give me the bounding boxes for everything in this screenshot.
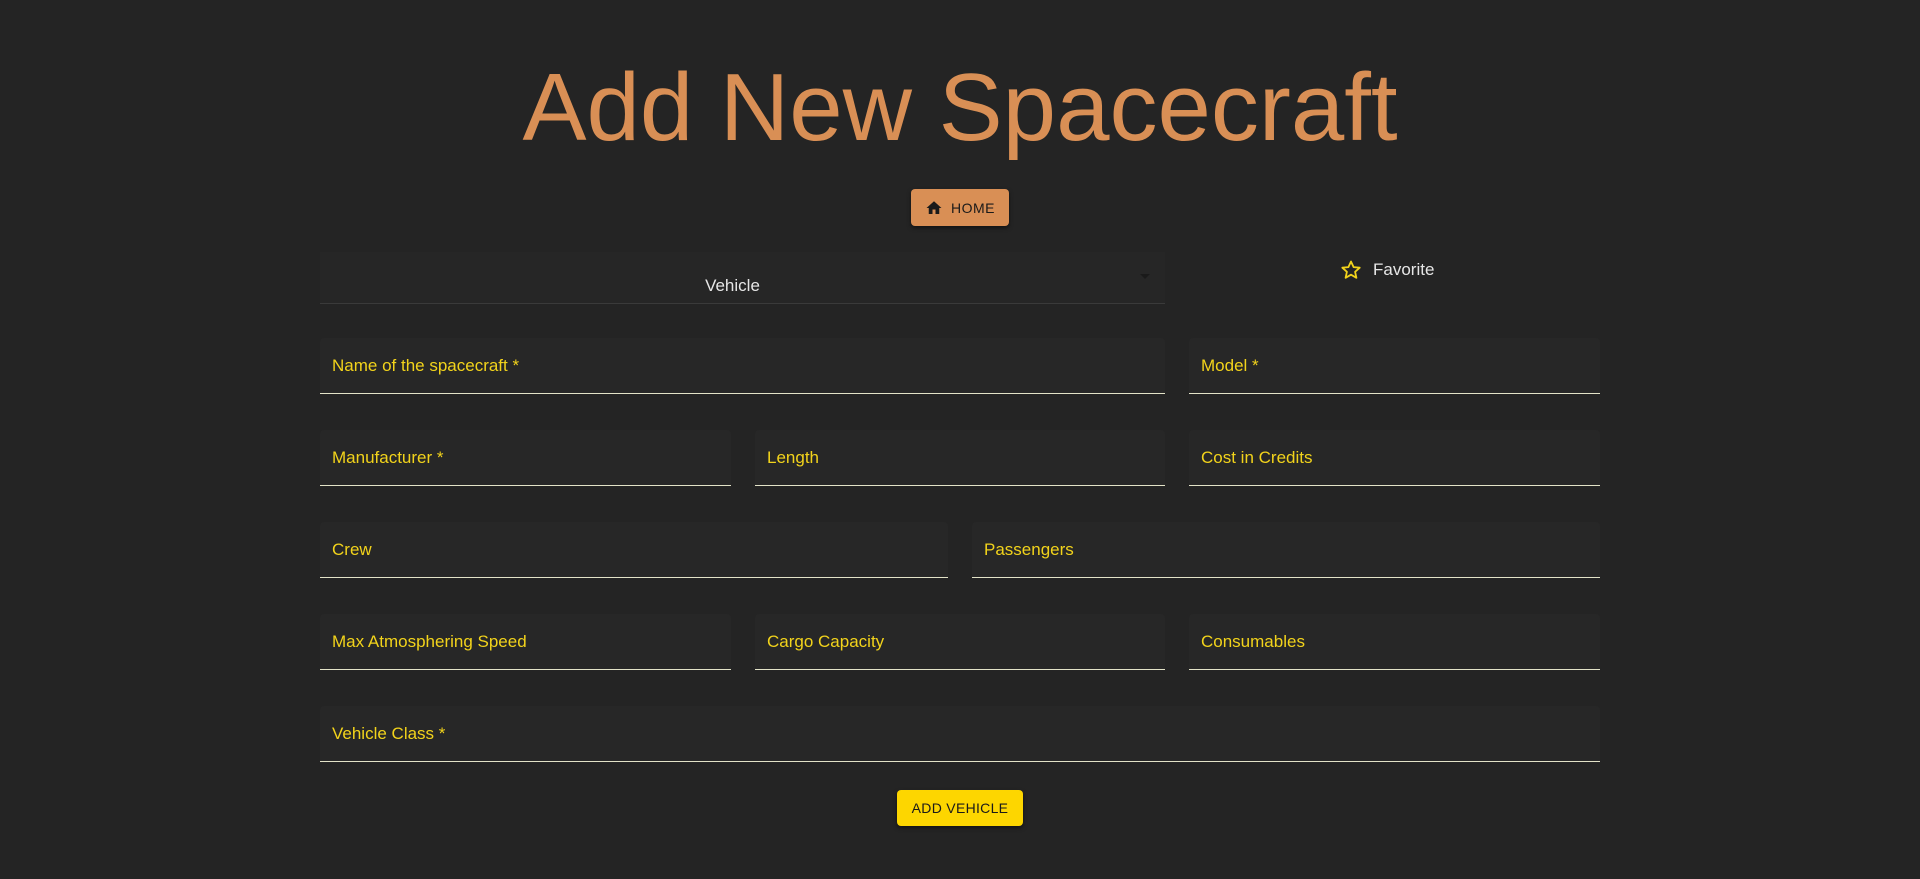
consumables-field[interactable]: Consumables [1189,614,1600,670]
vehicle-class-input[interactable] [320,706,1600,761]
crew-field[interactable]: Crew [320,522,948,578]
dropdown-arrow-icon [1140,274,1150,279]
vehicle-class-field[interactable]: Vehicle Class * [320,706,1600,762]
passengers-field[interactable]: Passengers [972,522,1600,578]
favorite-label: Favorite [1373,260,1435,279]
home-button-label: HOME [951,199,995,216]
model-field[interactable]: Model * [1189,338,1600,394]
passengers-input[interactable] [972,522,1600,577]
crew-input[interactable] [320,522,948,577]
name-input[interactable] [320,338,1165,393]
star-outline-icon [1341,260,1361,279]
page: Add New Spacecraft HOME Vehicle Favorite… [0,0,1920,879]
manufacturer-input[interactable] [320,430,731,485]
vehicle-type-value: Vehicle [705,276,760,295]
add-vehicle-button[interactable]: ADD VEHICLE [897,790,1023,826]
favorite-toggle[interactable]: Favorite [1339,258,1434,282]
length-field[interactable]: Length [755,430,1165,486]
max-speed-field[interactable]: Max Atmosphering Speed [320,614,731,670]
page-title: Add New Spacecraft [522,54,1398,161]
cost-input[interactable] [1189,430,1600,485]
cost-field[interactable]: Cost in Credits [1189,430,1600,486]
consumables-input[interactable] [1189,614,1600,669]
name-field[interactable]: Name of the spacecraft * [320,338,1165,394]
home-button[interactable]: HOME [911,189,1009,226]
vehicle-type-select[interactable]: Vehicle [320,252,1165,304]
home-icon [926,200,942,214]
max-speed-input[interactable] [320,614,731,669]
model-input[interactable] [1189,338,1600,393]
length-input[interactable] [755,430,1165,485]
cargo-capacity-input[interactable] [755,614,1165,669]
cargo-capacity-field[interactable]: Cargo Capacity [755,614,1165,670]
manufacturer-field[interactable]: Manufacturer * [320,430,731,486]
